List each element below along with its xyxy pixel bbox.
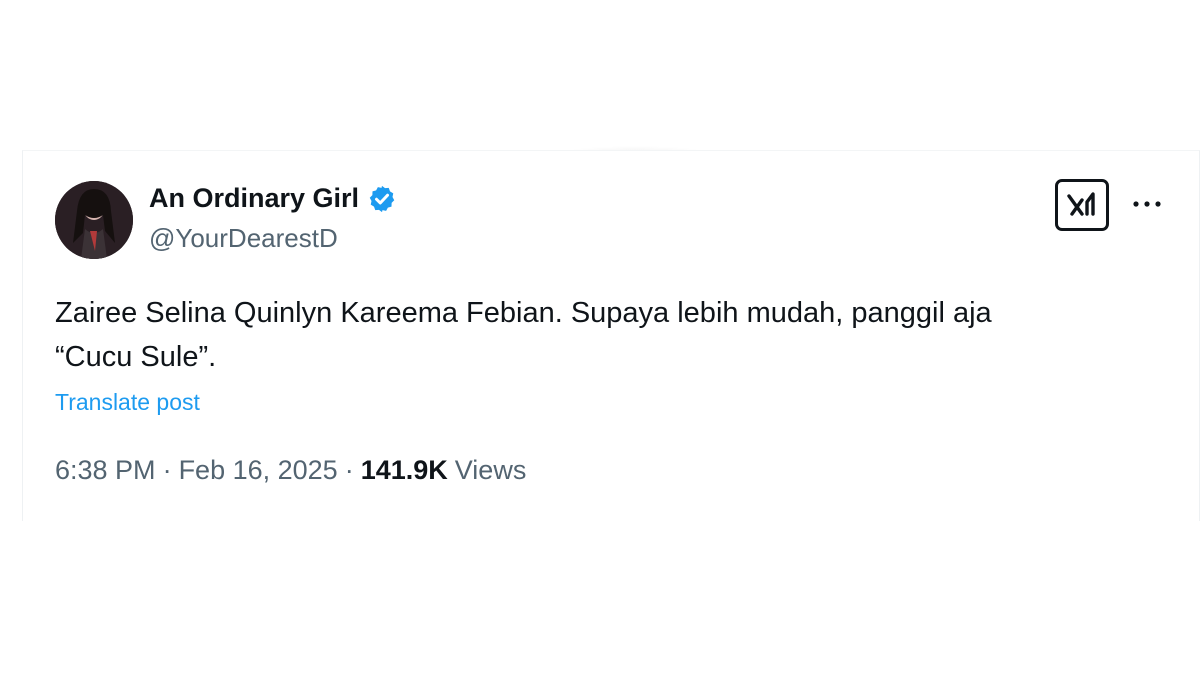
grok-icon [1067, 192, 1095, 216]
name-row: An Ordinary Girl [149, 183, 397, 214]
display-name[interactable]: An Ordinary Girl [149, 183, 359, 214]
more-icon [1133, 201, 1161, 207]
post-meta: 6:38 PM · Feb 16, 2025 · 141.9K Views [55, 455, 526, 486]
handle[interactable]: @YourDearestD [149, 223, 338, 254]
post-time[interactable]: 6:38 PM [55, 455, 156, 486]
translate-post-link[interactable]: Translate post [55, 389, 200, 416]
meta-separator: · [162, 455, 172, 485]
avatar[interactable] [55, 181, 133, 259]
post-text: Zairee Selina Quinlyn Kareema Febian. Su… [55, 297, 992, 373]
views-label: Views [454, 455, 527, 485]
post-card[interactable]: An Ordinary Girl @YourDearestD Zairee Se… [22, 150, 1200, 521]
more-button[interactable] [1129, 189, 1165, 219]
views-count[interactable]: 141.9K [361, 455, 448, 486]
grok-button[interactable] [1055, 179, 1109, 231]
meta-separator: · [344, 455, 354, 485]
verified-badge-icon [369, 185, 395, 212]
post-date[interactable]: Feb 16, 2025 [179, 455, 338, 486]
